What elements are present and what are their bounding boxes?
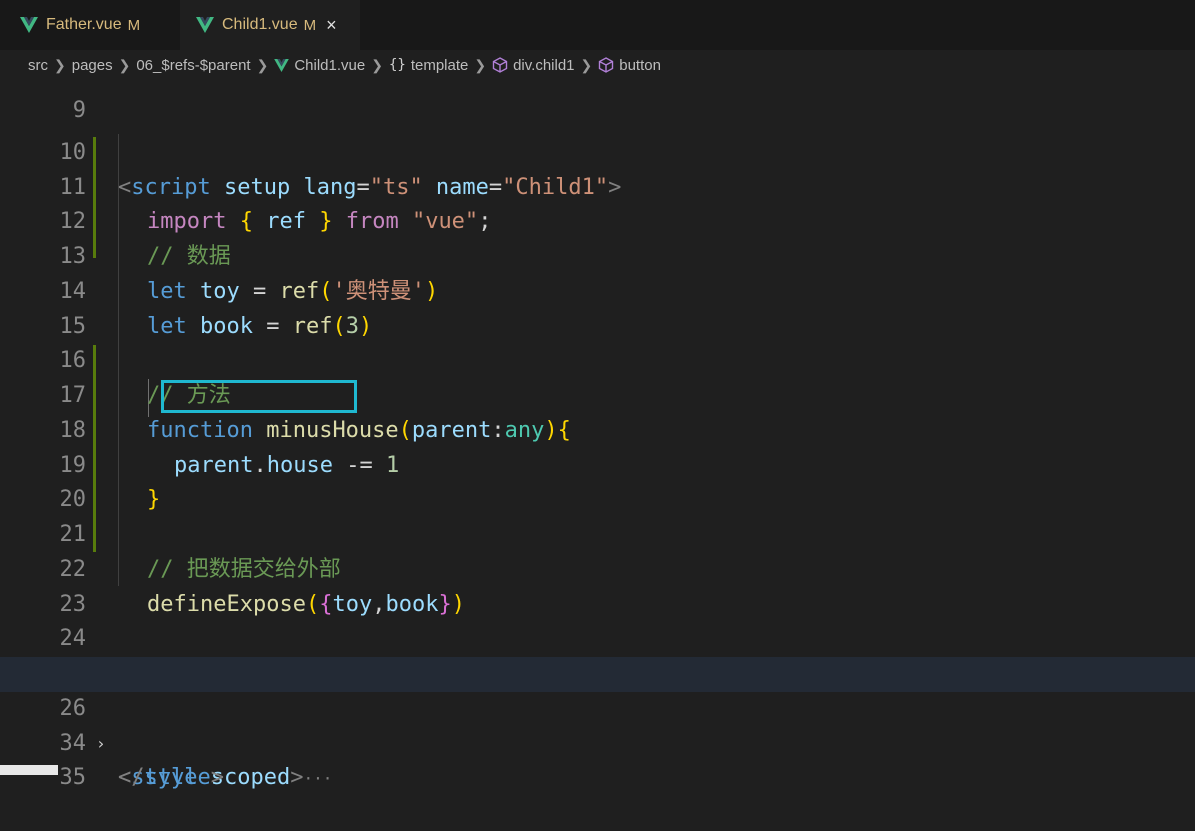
modified-badge: M xyxy=(127,16,141,34)
code-line: 14 let book = ref(3) xyxy=(0,240,1195,339)
code-line: 24 </script> xyxy=(0,588,1195,686)
code-token: style xyxy=(144,765,211,791)
bottom-strip xyxy=(0,765,58,775)
code-line: 13 let toy = ref('奥特曼') xyxy=(0,205,1195,304)
code-line: 10 <script setup lang="ts" name="Child1"… xyxy=(0,101,1195,200)
modified-badge: M xyxy=(303,16,317,34)
code-line: 9 xyxy=(0,59,1195,123)
code-line: 17 function minusHouse(parent:any){ xyxy=(0,344,1195,443)
close-icon[interactable]: × xyxy=(326,15,337,36)
code-editor[interactable]: 9 10 <script setup lang="ts" name="Child… xyxy=(0,80,1195,791)
code-token: > xyxy=(290,765,304,791)
code-line: 25 xyxy=(0,622,1195,686)
code-line: 35 xyxy=(0,727,1195,790)
code-line-folded: 26 › <style scoped>··· xyxy=(0,657,1195,790)
folded-ellipsis[interactable]: ··· xyxy=(303,769,332,788)
tab-label: Father.vue xyxy=(46,16,122,33)
tab-label: Child1.vue xyxy=(222,16,298,33)
code-line: 34 </style> xyxy=(0,692,1195,791)
vue-file-icon xyxy=(20,17,38,33)
code-line: 21 // 把数据交给外部 xyxy=(0,483,1195,582)
editor-tab-bar: Father.vue M Child1.vue M × xyxy=(0,0,1195,50)
code-line: 19 } xyxy=(0,414,1195,513)
tab-child1-vue[interactable]: Child1.vue M × xyxy=(180,0,360,50)
code-line: 12 // 数据 xyxy=(0,171,1195,269)
code-line: 23 xyxy=(0,553,1195,617)
tab-father-vue[interactable]: Father.vue M xyxy=(0,0,180,50)
vue-file-icon xyxy=(196,17,214,33)
code-line: 20 xyxy=(0,449,1195,512)
highlight-annotation-box xyxy=(161,380,357,413)
code-line: 16 // 方法 xyxy=(0,310,1195,408)
code-token: </ xyxy=(118,765,145,791)
code-line: 15 xyxy=(0,275,1195,339)
code-token: > xyxy=(210,765,224,791)
code-line: 11 import { ref } from "vue"; xyxy=(0,136,1195,235)
code-line: 22 defineExpose({toy,book}) xyxy=(0,518,1195,617)
